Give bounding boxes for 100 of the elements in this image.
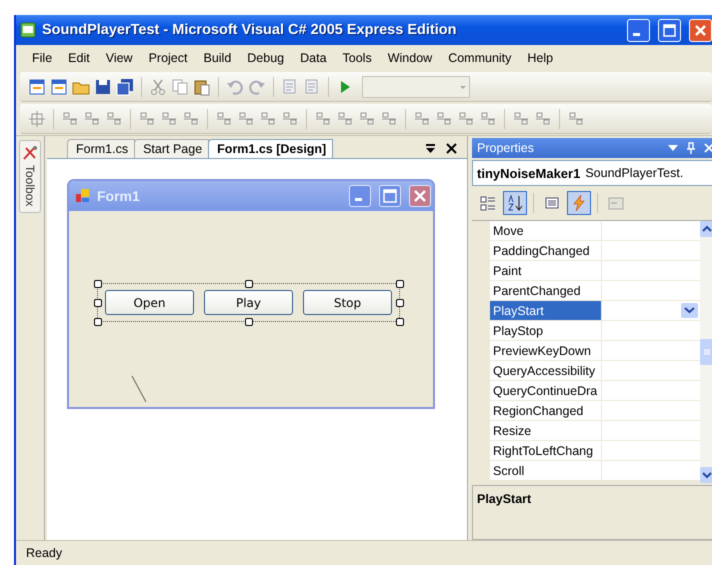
minimize-button[interactable] xyxy=(627,18,650,42)
stray-line xyxy=(131,375,147,403)
menu-item[interactable]: Tools xyxy=(334,49,380,67)
layout-icon[interactable] xyxy=(182,110,200,128)
property-name[interactable]: RightToLeftChang xyxy=(490,441,602,460)
value-cell[interactable] xyxy=(602,401,700,420)
document-tab[interactable]: Form1.cs xyxy=(67,139,136,158)
form-button[interactable]: Play xyxy=(204,290,293,315)
layout-icon[interactable] xyxy=(215,110,233,128)
resize-handle[interactable] xyxy=(94,280,102,288)
value-cell[interactable] xyxy=(602,341,700,360)
grid-icon[interactable] xyxy=(28,110,46,128)
window-icon[interactable] xyxy=(28,78,46,96)
toolbar-toggle[interactable] xyxy=(503,191,527,215)
property-name[interactable]: RegionChanged xyxy=(490,401,602,420)
layout-icon[interactable] xyxy=(413,110,431,128)
undo-icon[interactable] xyxy=(226,78,244,96)
menu-item[interactable]: Window xyxy=(380,49,440,67)
property-name[interactable]: Move xyxy=(490,221,602,240)
property-name[interactable]: ParentChanged xyxy=(490,281,602,300)
property-name[interactable]: PaddingChanged xyxy=(490,241,602,260)
menu-item[interactable]: Help xyxy=(519,49,562,67)
value-cell[interactable] xyxy=(602,361,700,380)
maximize-button[interactable] xyxy=(658,18,681,42)
value-cell[interactable] xyxy=(602,301,700,320)
property-name[interactable]: Paint xyxy=(490,261,602,280)
property-name[interactable]: QueryContinueDra xyxy=(490,381,602,400)
layout-icon[interactable] xyxy=(160,110,178,128)
value-cell[interactable] xyxy=(602,321,700,340)
value-cell[interactable] xyxy=(602,381,700,400)
layout-icon[interactable] xyxy=(457,110,475,128)
layout-icon[interactable] xyxy=(435,110,453,128)
layout-icon[interactable] xyxy=(237,110,255,128)
redo-icon[interactable] xyxy=(248,78,266,96)
menu-item[interactable]: Project xyxy=(140,49,196,67)
form-window[interactable]: Form1 Open Play Stop xyxy=(67,179,435,409)
pin-icon[interactable] xyxy=(686,142,696,154)
value-cell[interactable] xyxy=(602,221,700,240)
resize-handle[interactable] xyxy=(245,280,253,288)
dropdown-button[interactable] xyxy=(681,303,698,318)
resize-handle[interactable] xyxy=(245,318,253,326)
document-tab[interactable]: Form1.cs [Design] xyxy=(208,139,334,158)
close-button[interactable] xyxy=(689,18,712,42)
paste-icon[interactable] xyxy=(193,78,211,96)
form-button[interactable]: Open xyxy=(105,290,194,315)
scroll-down-button[interactable] xyxy=(700,467,712,483)
layout-icon[interactable] xyxy=(380,110,398,128)
status-text: Ready xyxy=(16,540,712,565)
dropdown-icon[interactable] xyxy=(425,143,436,154)
layout-icon[interactable] xyxy=(314,110,332,128)
dropdown-field[interactable] xyxy=(362,76,470,98)
property-name[interactable]: Resize xyxy=(490,421,602,440)
toolbar-toggle[interactable] xyxy=(567,191,591,215)
resize-handle[interactable] xyxy=(94,318,102,326)
value-cell[interactable] xyxy=(602,261,700,280)
value-cell[interactable] xyxy=(602,241,700,260)
layout-icon[interactable] xyxy=(61,110,79,128)
layout-icon[interactable] xyxy=(567,110,585,128)
menu-item[interactable]: File xyxy=(24,49,60,67)
layout-icon[interactable] xyxy=(281,110,299,128)
object-selector[interactable]: tinyNoiseMaker1 SoundPlayerTest. xyxy=(472,160,712,186)
layout-icon[interactable] xyxy=(138,110,156,128)
layout-icon[interactable] xyxy=(479,110,497,128)
menu-item[interactable]: Edit xyxy=(60,49,98,67)
property-name[interactable]: QueryAccessibility xyxy=(490,361,602,380)
window-icon[interactable] xyxy=(50,78,68,96)
layout-icon[interactable] xyxy=(336,110,354,128)
menu-item[interactable]: View xyxy=(98,49,141,67)
scissors-icon[interactable] xyxy=(149,78,167,96)
form-button[interactable]: Stop xyxy=(303,290,392,315)
document-tab[interactable]: Start Page xyxy=(134,139,210,158)
layout-icon[interactable] xyxy=(358,110,376,128)
layout-icon[interactable] xyxy=(534,110,552,128)
toolbox-tab[interactable]: Toolbox xyxy=(19,140,41,214)
value-cell[interactable] xyxy=(602,281,700,300)
resize-handle[interactable] xyxy=(396,318,404,326)
close-icon[interactable] xyxy=(446,143,457,154)
value-cell[interactable] xyxy=(602,441,700,460)
property-name[interactable]: PreviewKeyDown xyxy=(490,341,602,360)
floppies-icon[interactable] xyxy=(116,78,134,96)
resize-handle[interactable] xyxy=(396,299,404,307)
scroll-thumb[interactable] xyxy=(700,339,712,365)
menu-item[interactable]: Build xyxy=(195,49,240,67)
value-cell[interactable] xyxy=(602,421,700,440)
value-cell[interactable] xyxy=(602,461,700,480)
property-name[interactable]: PlayStart xyxy=(490,301,602,320)
menu-item[interactable]: Community xyxy=(440,49,520,67)
layout-icon[interactable] xyxy=(259,110,277,128)
layout-icon[interactable] xyxy=(83,110,101,128)
menu-item[interactable]: Data xyxy=(292,49,335,67)
app-icon xyxy=(20,22,36,38)
property-name[interactable]: Scroll xyxy=(490,461,602,480)
scroll-up-button[interactable] xyxy=(700,221,712,237)
resize-handle[interactable] xyxy=(94,299,102,307)
property-name[interactable]: PlayStop xyxy=(490,321,602,340)
floppy-icon[interactable] xyxy=(94,78,112,96)
menu-item[interactable]: Debug xyxy=(239,49,292,67)
resize-handle[interactable] xyxy=(396,280,404,288)
layout-icon[interactable] xyxy=(512,110,530,128)
layout-icon[interactable] xyxy=(105,110,123,128)
